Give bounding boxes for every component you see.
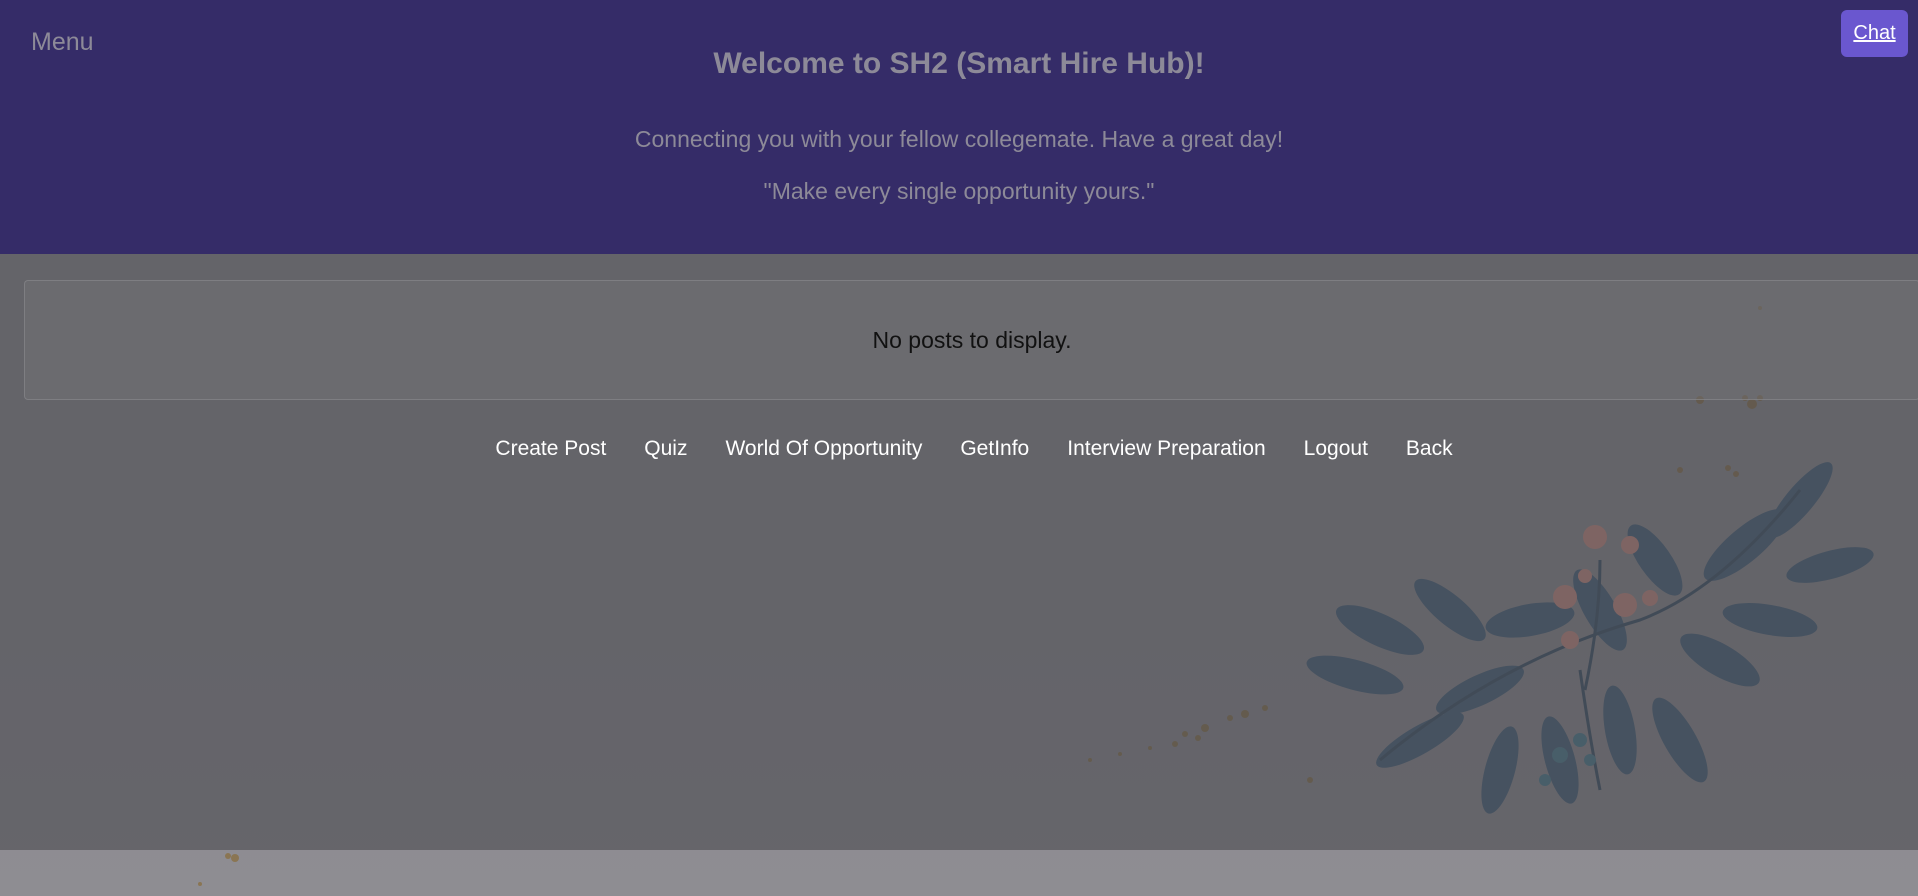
page-header: Menu Welcome to SH2 (Smart Hire Hub)! Co…	[0, 0, 1918, 254]
chat-button[interactable]: Chat	[1841, 10, 1908, 57]
page-quote: "Make every single opportunity yours."	[763, 178, 1155, 204]
posts-panel: No posts to display.	[24, 280, 1918, 400]
nav-logout[interactable]: Logout	[1304, 437, 1368, 461]
page-subtitle: Connecting you with your fellow collegem…	[634, 126, 1284, 152]
nav-quiz[interactable]: Quiz	[644, 437, 687, 461]
nav-interview-preparation[interactable]: Interview Preparation	[1067, 437, 1265, 461]
main-nav: Create Post Quiz World Of Opportunity Ge…	[0, 437, 1918, 461]
nav-world-of-opportunity[interactable]: World Of Opportunity	[725, 437, 922, 461]
no-posts-message: No posts to display.	[872, 326, 1072, 353]
nav-back[interactable]: Back	[1406, 437, 1453, 461]
page-title: Welcome to SH2 (Smart Hire Hub)!	[713, 47, 1205, 80]
nav-getinfo[interactable]: GetInfo	[960, 437, 1029, 461]
nav-create-post[interactable]: Create Post	[495, 437, 606, 461]
